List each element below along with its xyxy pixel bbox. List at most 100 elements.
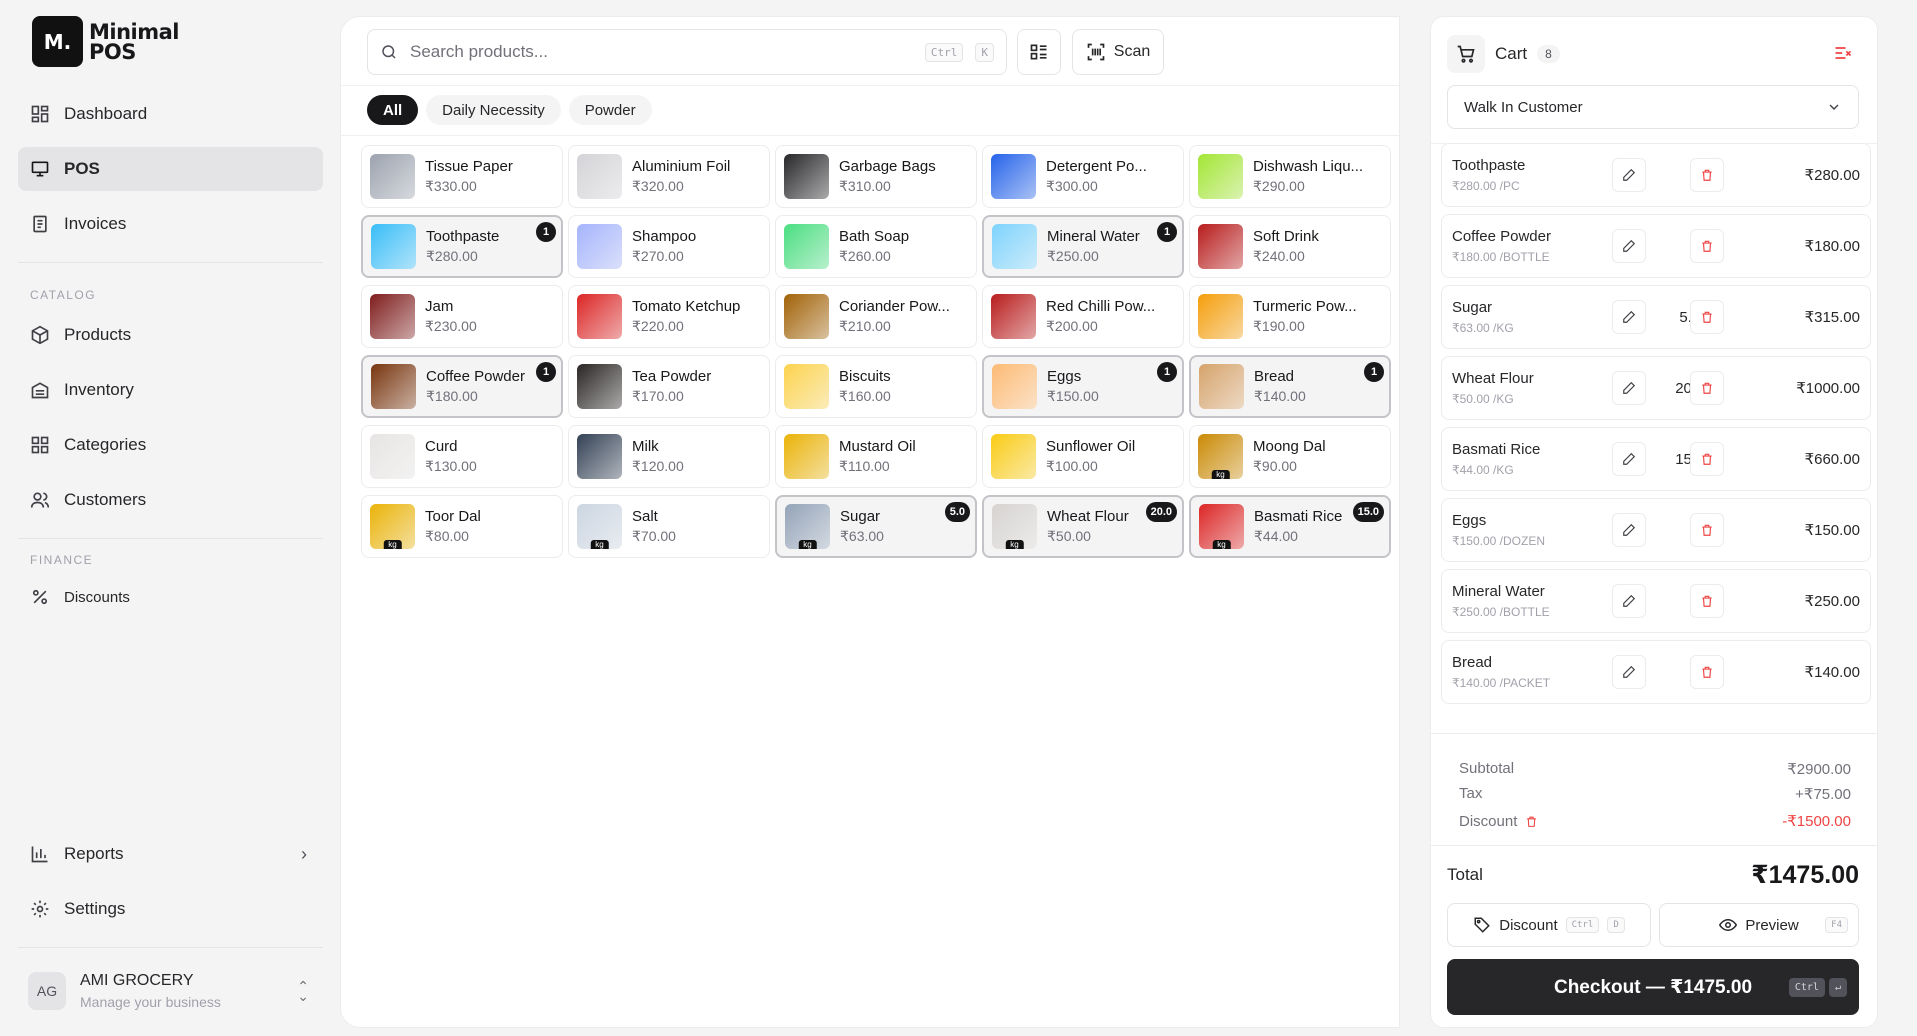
warehouse-icon <box>31 382 49 399</box>
product-card-eggs[interactable]: Eggs ₹150.00 1 <box>982 355 1184 418</box>
product-card-shampoo[interactable]: Shampoo ₹270.00 <box>568 215 770 278</box>
product-card-coffee-powder[interactable]: Coffee Powder ₹180.00 1 <box>361 355 563 418</box>
product-card-tea-powder[interactable]: Tea Powder ₹170.00 <box>568 355 770 418</box>
product-name: Jam <box>425 298 454 315</box>
product-info: Coriander Pow... ₹210.00 <box>839 298 964 335</box>
product-name: Mineral Water <box>1047 228 1140 245</box>
product-card-salt[interactable]: kg Salt ₹70.00 <box>568 495 770 558</box>
brand-name: Minimal POS <box>89 19 180 64</box>
quantity-badge: 20.0 <box>1145 502 1177 522</box>
filter-chip-all[interactable]: All <box>367 95 419 125</box>
product-card-moong-dal[interactable]: kg Moong Dal ₹90.00 <box>1189 425 1391 488</box>
product-card-detergent-po[interactable]: Detergent Po... ₹300.00 <box>982 145 1184 208</box>
chevron-down-icon <box>1829 104 1839 110</box>
product-image <box>784 294 829 339</box>
discount-button[interactable]: Discount Ctrl D <box>1447 903 1651 947</box>
product-image <box>1199 364 1244 409</box>
product-image <box>784 154 829 199</box>
product-card-biscuits[interactable]: Biscuits ₹160.00 <box>775 355 977 418</box>
product-image <box>992 364 1037 409</box>
nav-invoices[interactable]: Invoices <box>18 202 323 246</box>
product-card-basmati-rice[interactable]: kg Basmati Rice ₹44.00 15.0 <box>1189 495 1391 558</box>
edit-item-button[interactable] <box>1612 371 1646 405</box>
product-card-sunflower-oil[interactable]: Sunflower Oil ₹100.00 <box>982 425 1184 488</box>
nav-discounts[interactable]: Discounts <box>18 575 323 619</box>
nav-reports-label: Reports <box>64 844 124 863</box>
trash-icon[interactable] <box>1525 815 1538 828</box>
product-info: Red Chilli Pow... ₹200.00 <box>1046 298 1171 335</box>
product-card-red-chilli-pow[interactable]: Red Chilli Pow... ₹200.00 <box>982 285 1184 348</box>
remove-item-button[interactable] <box>1690 229 1724 263</box>
view-toggle-button[interactable] <box>1017 29 1061 75</box>
edit-item-button[interactable] <box>1612 300 1646 334</box>
edit-item-button[interactable] <box>1612 655 1646 689</box>
filter-chip-daily-necessity[interactable]: Daily Necessity <box>426 95 561 125</box>
product-card-sugar[interactable]: kg Sugar ₹63.00 5.0 <box>775 495 977 558</box>
product-card-wheat-flour[interactable]: kg Wheat Flour ₹50.00 20.0 <box>982 495 1184 558</box>
product-card-toor-dal[interactable]: kg Toor Dal ₹80.00 <box>361 495 563 558</box>
product-card-coriander-pow[interactable]: Coriander Pow... ₹210.00 <box>775 285 977 348</box>
product-image: kg <box>370 504 415 549</box>
nav-customers[interactable]: Customers <box>18 478 323 522</box>
product-card-mineral-water[interactable]: Mineral Water ₹250.00 1 <box>982 215 1184 278</box>
nav-categories[interactable]: Categories <box>18 423 323 467</box>
product-card-aluminium-foil[interactable]: Aluminium Foil ₹320.00 <box>568 145 770 208</box>
product-card-mustard-oil[interactable]: Mustard Oil ₹110.00 <box>775 425 977 488</box>
product-price: ₹260.00 <box>839 248 891 264</box>
discount-shortcut-d: D <box>1607 917 1625 933</box>
edit-item-button[interactable] <box>1612 229 1646 263</box>
edit-item-button[interactable] <box>1612 158 1646 192</box>
pencil-icon <box>1623 523 1636 536</box>
product-name: Tissue Paper <box>425 158 513 175</box>
nav-pos[interactable]: POS <box>18 147 323 191</box>
nav-invoices-label: Invoices <box>64 214 127 233</box>
quantity-badge: 1 <box>536 222 556 242</box>
product-price: ₹290.00 <box>1253 178 1305 194</box>
nav-dashboard[interactable]: Dashboard <box>18 92 323 136</box>
product-info: Bath Soap ₹260.00 <box>839 228 964 265</box>
product-info: Mustard Oil ₹110.00 <box>839 438 964 475</box>
product-info: Mineral Water ₹250.00 <box>1047 228 1172 265</box>
edit-item-button[interactable] <box>1612 442 1646 476</box>
filter-chip-powder[interactable]: Powder <box>568 95 652 125</box>
remove-item-button[interactable] <box>1690 513 1724 547</box>
product-card-turmeric-pow[interactable]: Turmeric Pow... ₹190.00 <box>1189 285 1391 348</box>
nav-settings[interactable]: Settings <box>18 887 323 931</box>
brand-mark: M. <box>32 16 83 67</box>
remove-item-button[interactable] <box>1690 371 1724 405</box>
product-card-dishwash-liqu[interactable]: Dishwash Liqu... ₹290.00 <box>1189 145 1391 208</box>
remove-item-button[interactable] <box>1690 655 1724 689</box>
product-card-milk[interactable]: Milk ₹120.00 <box>568 425 770 488</box>
remove-item-button[interactable] <box>1690 584 1724 618</box>
product-card-jam[interactable]: Jam ₹230.00 <box>361 285 563 348</box>
product-card-curd[interactable]: Curd ₹130.00 <box>361 425 563 488</box>
product-card-tissue-paper[interactable]: Tissue Paper ₹330.00 <box>361 145 563 208</box>
product-card-tomato-ketchup[interactable]: Tomato Ketchup ₹220.00 <box>568 285 770 348</box>
search-bar[interactable]: Ctrl K <box>367 29 1007 75</box>
customer-select[interactable]: Walk In Customer <box>1447 85 1859 129</box>
remove-item-button[interactable] <box>1690 300 1724 334</box>
nav-reports[interactable]: Reports › <box>18 832 323 876</box>
product-card-soft-drink[interactable]: Soft Drink ₹240.00 <box>1189 215 1391 278</box>
nav-inventory[interactable]: Inventory <box>18 368 323 412</box>
product-card-bath-soap[interactable]: Bath Soap ₹260.00 <box>775 215 977 278</box>
product-card-bread[interactable]: Bread ₹140.00 1 <box>1189 355 1391 418</box>
edit-item-button[interactable] <box>1612 584 1646 618</box>
edit-item-button[interactable] <box>1612 513 1646 547</box>
cart-item-total: ₹250.00 <box>1804 593 1860 610</box>
product-info: Toor Dal ₹80.00 <box>425 508 550 545</box>
brand-logo[interactable]: M. Minimal POS <box>32 16 180 67</box>
search-input[interactable] <box>410 42 913 62</box>
nav-products[interactable]: Products <box>18 313 323 357</box>
preview-button[interactable]: Preview F4 <box>1659 903 1859 947</box>
product-card-toothpaste[interactable]: Toothpaste ₹280.00 1 <box>361 215 563 278</box>
product-card-garbage-bags[interactable]: Garbage Bags ₹310.00 <box>775 145 977 208</box>
nav-settings-label: Settings <box>64 899 126 918</box>
checkout-button[interactable]: Checkout — ₹1475.00 Ctrl ↵ <box>1447 959 1859 1015</box>
scan-button[interactable]: Scan <box>1072 29 1164 75</box>
account-switcher[interactable]: AG AMI GROCERY Manage your business ⌃ ⌄ <box>18 955 323 1027</box>
product-name: Coriander Pow... <box>839 298 950 315</box>
remove-item-button[interactable] <box>1690 158 1724 192</box>
remove-item-button[interactable] <box>1690 442 1724 476</box>
clear-cart-icon[interactable] <box>1833 43 1853 68</box>
